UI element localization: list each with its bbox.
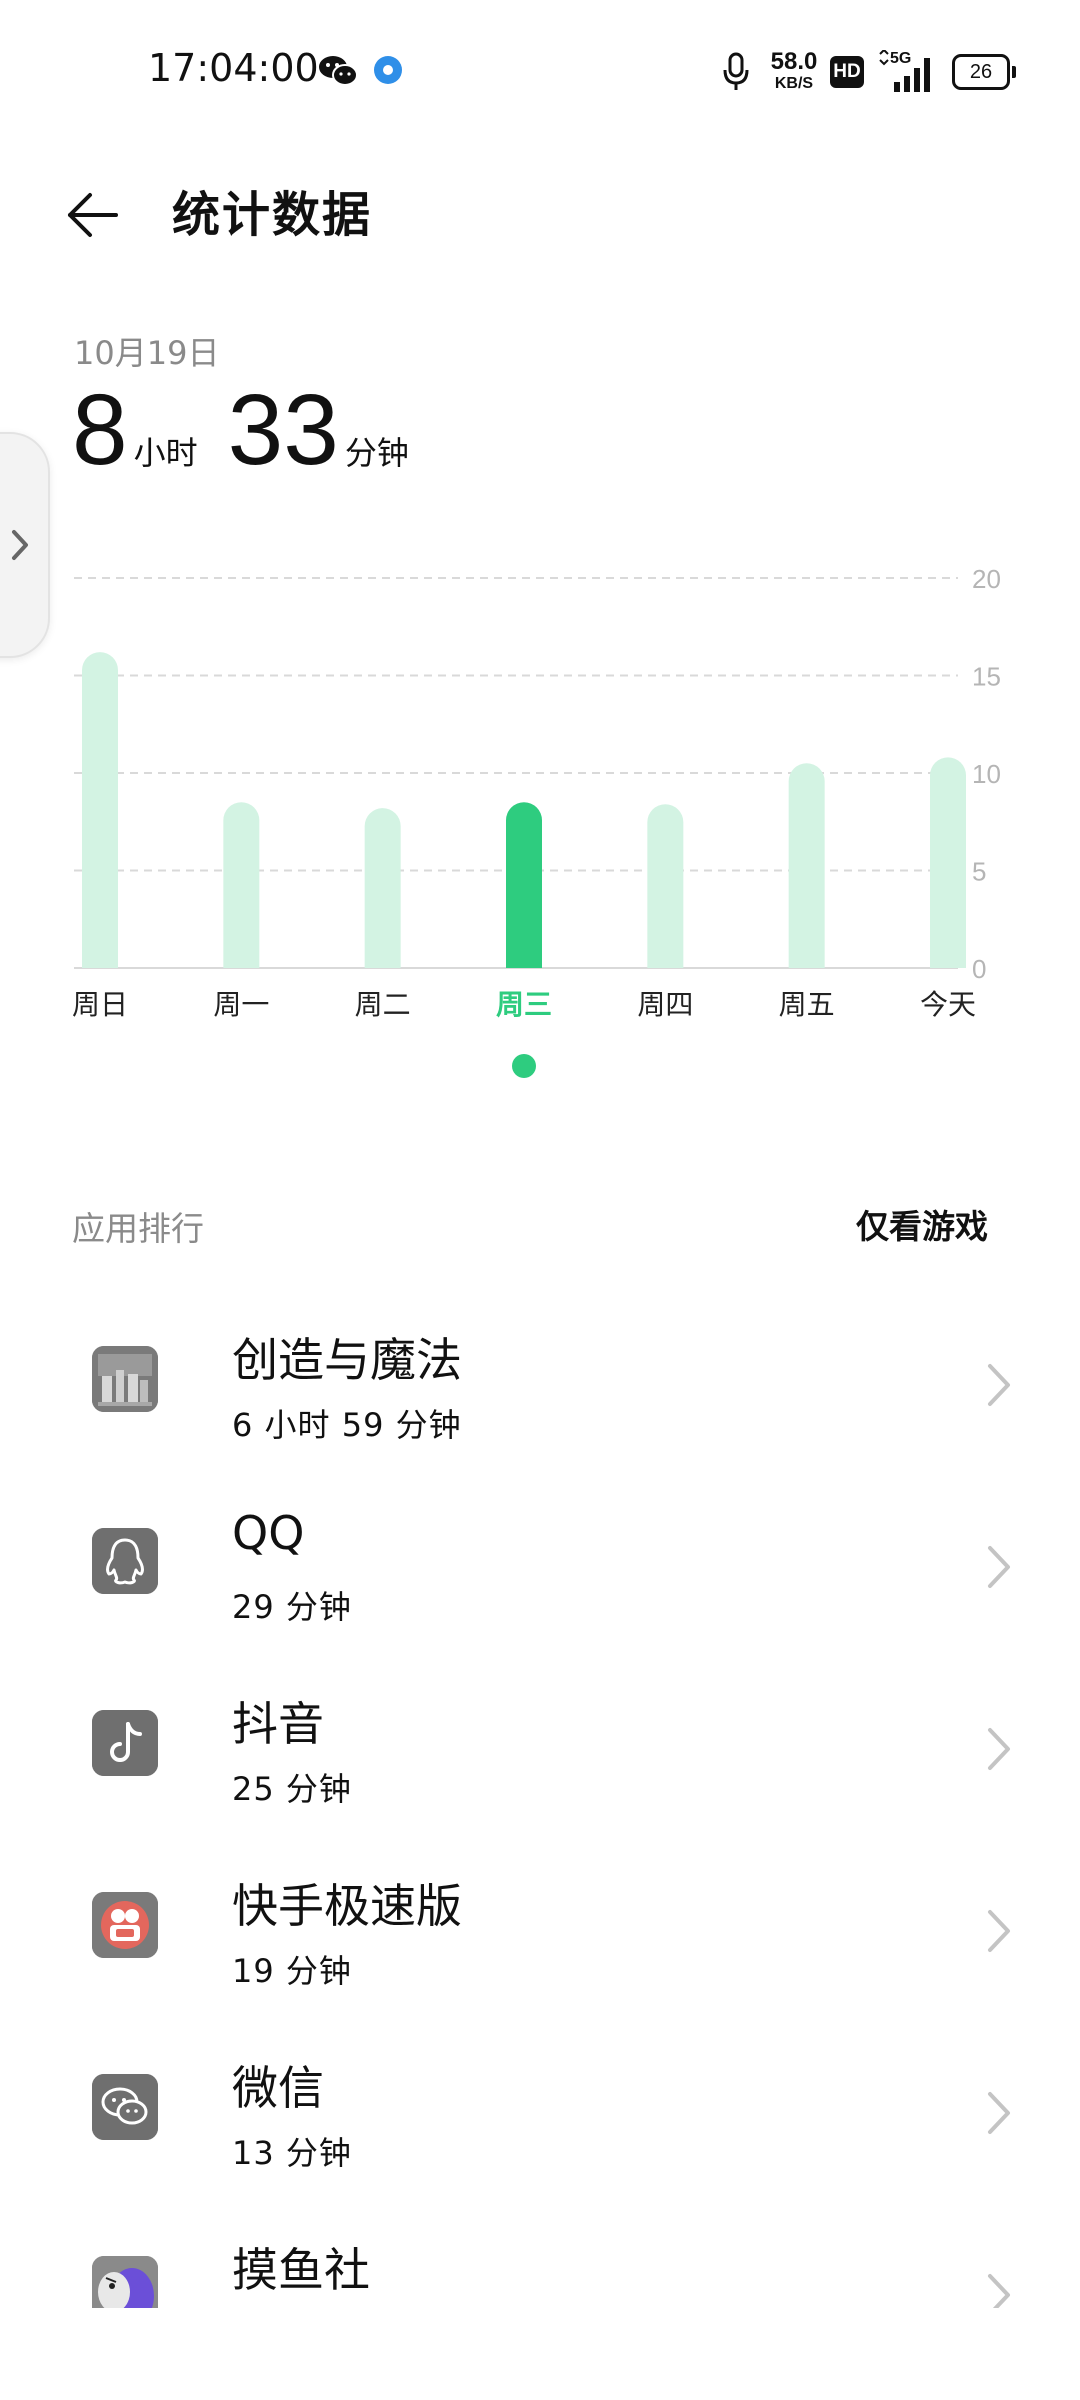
hd-badge: HD — [830, 56, 864, 88]
app-time: 29 分钟 — [232, 1588, 352, 1626]
y-tick-label: 0 — [972, 954, 986, 984]
x-tick-label[interactable]: 周三 — [496, 988, 552, 1021]
app-name: 微信 — [232, 2061, 324, 2115]
chevron-right-icon — [988, 1728, 1010, 1770]
chevron-right-icon — [988, 2274, 1010, 2308]
status-time: 17:04:00 — [148, 46, 319, 90]
chart-bar-0[interactable] — [82, 652, 118, 968]
chevron-right-icon — [988, 2092, 1010, 2134]
app-row[interactable]: 创造与魔法 6 小时 59 分钟 — [0, 1296, 1080, 1478]
back-arrow-icon — [68, 193, 118, 237]
app-name: 抖音 — [232, 1697, 324, 1751]
y-tick-label: 10 — [972, 759, 1001, 789]
network-speed: 58.0 KB/S — [764, 50, 824, 92]
app-notification-icon — [374, 56, 402, 84]
y-tick-label: 5 — [972, 857, 986, 887]
x-tick-label[interactable]: 周五 — [779, 988, 835, 1021]
chevron-right-icon — [12, 530, 28, 560]
chart-bar-4[interactable] — [647, 804, 684, 968]
chart-bar-3[interactable] — [506, 802, 542, 968]
battery-icon: 26 — [952, 54, 1016, 90]
status-bar: 17:04:00 58.0 KB/S HD 5G 26 — [0, 0, 1080, 140]
minutes-unit: 分钟 — [344, 434, 409, 472]
wechat-notification-icon — [318, 54, 358, 88]
app-time: 6 小时 59 分钟 — [232, 1406, 462, 1444]
selected-day-indicator — [512, 1054, 536, 1078]
wechat-icon — [92, 2074, 158, 2140]
x-tick-label[interactable]: 今天 — [920, 988, 976, 1021]
x-tick-label[interactable]: 周二 — [355, 988, 411, 1021]
hours-value: 8 — [72, 374, 128, 486]
network-speed-unit: KB/S — [774, 75, 814, 92]
app-time: 25 分钟 — [232, 1770, 352, 1808]
game-icon — [92, 1346, 158, 1412]
moyushe-icon — [92, 2256, 158, 2308]
usage-chart: 0 5 10 15 20 周日 周一 周二 周三 周四 周五 今天 — [0, 560, 1080, 1100]
page-title: 统计数据 — [172, 187, 373, 243]
app-name: 创造与魔法 — [232, 1333, 462, 1387]
chevron-right-icon — [988, 1546, 1010, 1588]
chart-bar-2[interactable] — [364, 808, 401, 968]
app-time: 19 分钟 — [232, 1952, 352, 1990]
y-tick-label: 20 — [972, 564, 1001, 594]
chart-bar-6[interactable] — [930, 757, 966, 968]
chart-bar-1[interactable] — [223, 802, 260, 968]
app-list: 创造与魔法 6 小时 59 分钟 QQ 29 分钟 抖音 25 分钟 快手极速版… — [0, 1296, 1080, 2308]
date-label: 10月19日 — [74, 334, 220, 372]
app-row[interactable]: 微信 13 分钟 — [0, 2024, 1080, 2206]
back-button[interactable] — [60, 180, 130, 250]
hours-unit: 小时 — [133, 434, 198, 472]
signal-icon: 5G — [876, 50, 940, 94]
chevron-right-icon — [988, 1364, 1010, 1406]
usage-bar-chart: 0 5 10 15 20 周日 周一 周二 周三 周四 周五 今天 — [72, 564, 1001, 1078]
x-tick-label[interactable]: 周四 — [637, 988, 693, 1021]
x-tick-label[interactable]: 周一 — [213, 988, 269, 1021]
app-name: QQ — [232, 1506, 305, 1560]
rankings-title: 应用排行 — [72, 1209, 204, 1248]
games-only-button[interactable]: 仅看游戏 — [856, 1200, 988, 1248]
network-speed-value: 58.0 — [770, 48, 818, 75]
chart-bar-5[interactable] — [788, 763, 825, 968]
app-row[interactable]: QQ 29 分钟 — [0, 1478, 1080, 1660]
app-row[interactable]: 抖音 25 分钟 — [0, 1660, 1080, 1842]
x-tick-label[interactable]: 周日 — [72, 988, 128, 1021]
microphone-icon — [722, 52, 750, 92]
chevron-right-icon — [988, 1910, 1010, 1952]
app-row[interactable]: 快手极速版 19 分钟 — [0, 1842, 1080, 2024]
app-name: 摸鱼社 — [232, 2243, 370, 2297]
y-tick-label: 15 — [972, 662, 1001, 692]
app-row[interactable]: 摸鱼社 — [0, 2206, 1080, 2308]
kuaishou-icon — [92, 1892, 158, 1958]
qq-icon — [92, 1528, 158, 1594]
total-screen-time: 8 小时 33 分钟 — [72, 380, 439, 500]
douyin-icon — [92, 1710, 158, 1776]
minutes-value: 33 — [227, 374, 339, 486]
app-name: 快手极速版 — [232, 1879, 462, 1933]
app-time: 13 分钟 — [232, 2134, 352, 2172]
